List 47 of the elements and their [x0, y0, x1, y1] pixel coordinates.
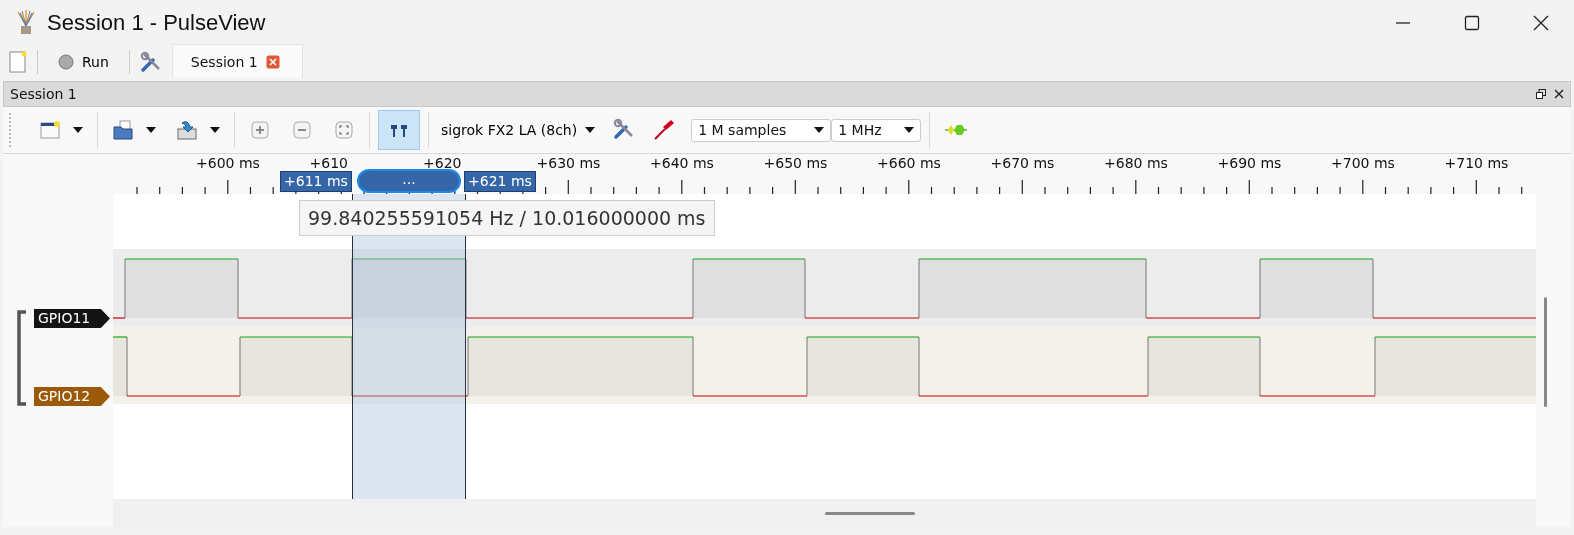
panel-title: Session 1: [10, 86, 77, 102]
float-icon[interactable]: [1536, 89, 1546, 99]
caret-icon[interactable]: [146, 127, 156, 133]
scrollbar-thumb[interactable]: [1544, 297, 1547, 407]
maximize-icon[interactable]: [1464, 14, 1480, 31]
caret-icon[interactable]: [585, 127, 596, 133]
tick-label: +660 ms: [877, 155, 941, 171]
zoom-out-icon[interactable]: [291, 119, 313, 141]
tick-label: +630 ms: [536, 155, 601, 171]
device-button[interactable]: sigrok FX2 LA (8ch): [437, 122, 600, 138]
cursor-handle[interactable]: ...: [357, 169, 461, 193]
channel-label[interactable]: GPIO12: [34, 387, 110, 406]
tick-label: +710 ms: [1444, 155, 1509, 171]
tools-icon[interactable]: [139, 50, 162, 73]
app-icon: [15, 9, 37, 36]
window-title: Session 1 - PulseView: [47, 9, 266, 36]
close-icon[interactable]: [1533, 14, 1549, 31]
caret-icon[interactable]: [904, 127, 915, 133]
tick-label: +690 ms: [1217, 155, 1282, 171]
tick-label: +620: [423, 155, 462, 171]
tick-label: +600 ms: [196, 155, 260, 171]
folder-icon[interactable]: [112, 119, 134, 141]
tick-label: +610: [309, 155, 348, 171]
tick-label: +680 ms: [1104, 155, 1168, 171]
tick-label: +640 ms: [650, 155, 714, 171]
new-window-icon[interactable]: [39, 119, 61, 141]
circle-icon: [58, 53, 74, 70]
group-bracket-icon: [16, 310, 28, 406]
cursor-toggle-button[interactable]: [378, 110, 420, 150]
caret-icon[interactable]: [814, 127, 825, 133]
samples-dropdown[interactable]: 1 M samples: [691, 118, 832, 142]
scrollbar-thumb[interactable]: [824, 511, 915, 515]
measurement-tooltip: 99.840255591054 Hz / 10.016000000 ms: [299, 200, 715, 236]
tick-label: +650 ms: [763, 155, 828, 171]
tick-label: +670 ms: [990, 155, 1055, 171]
tick-label: +700 ms: [1331, 155, 1395, 171]
samplerate-dropdown[interactable]: 1 MHz: [831, 118, 922, 142]
save-icon[interactable]: [176, 119, 198, 141]
caret-icon[interactable]: [210, 127, 220, 133]
close-icon[interactable]: [1554, 89, 1564, 99]
caret-icon[interactable]: [73, 127, 83, 133]
session-tab[interactable]: Session 1: [171, 44, 303, 78]
cursor-marker[interactable]: +621 ms: [464, 171, 536, 192]
channel-label[interactable]: GPIO11: [34, 309, 110, 328]
cursor-marker[interactable]: +611 ms: [280, 171, 352, 192]
zoom-in-icon[interactable]: [249, 119, 271, 141]
run-button[interactable]: Run: [48, 53, 119, 70]
